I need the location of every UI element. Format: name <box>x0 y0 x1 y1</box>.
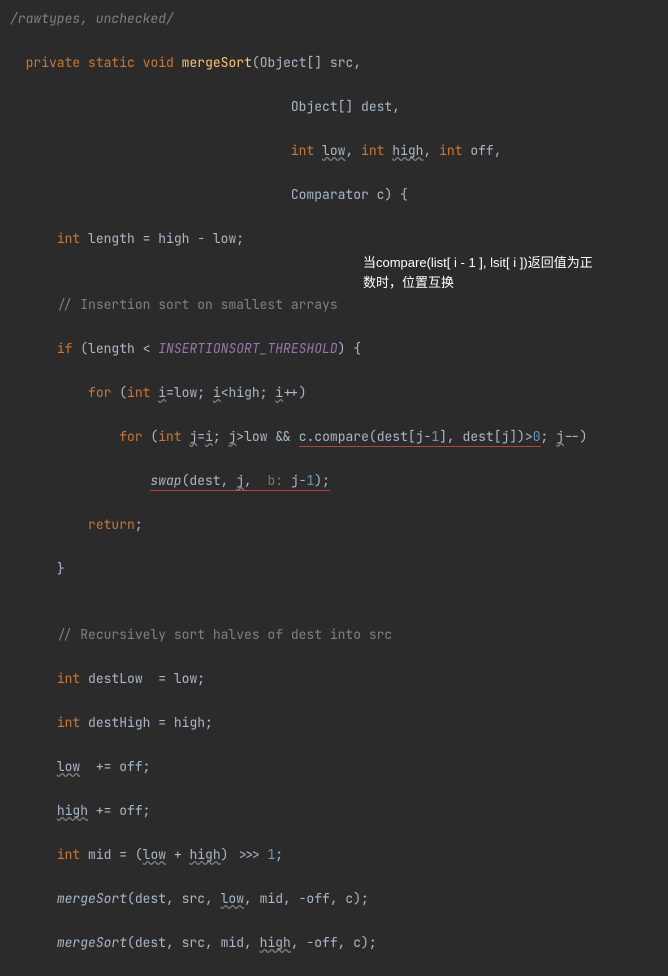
kw-for: for <box>88 384 111 401</box>
var-j: j <box>556 428 564 445</box>
annotation-line-2: 数时，位置互换 <box>363 275 454 290</box>
compare-mid: ], dest[j])> <box>439 428 533 445</box>
code-line[interactable]: for (int j=i; j>low && c.compare(dest[j-… <box>0 426 668 448</box>
type-int: int <box>127 384 150 401</box>
kw-for: for <box>119 428 142 445</box>
pluseq-off: += off; <box>80 758 150 775</box>
kw-return: return <box>88 516 135 533</box>
swap-open: (dest, <box>182 472 237 489</box>
ms-args2-post: , -off, c); <box>291 934 377 951</box>
type-objarr: Object[] <box>291 98 353 115</box>
code-line[interactable]: low += off; <box>0 756 668 778</box>
param-off: off <box>470 142 493 159</box>
type-int: int <box>57 670 80 687</box>
comment-recursive: // Recursively sort halves of dest into … <box>57 626 392 643</box>
ms-args2-pre: (dest, src, mid, <box>127 934 260 951</box>
type-objarr: Object[] <box>260 54 322 71</box>
code-line[interactable]: if (length < INSERTIONSORT_THRESHOLD) { <box>0 338 668 360</box>
param-low: low <box>322 142 345 159</box>
annotation-line-1: 当compare(list[ i - 1 ], lsit[ i ])返回值为正 <box>363 255 593 270</box>
type-comparator: Comparator <box>291 186 369 203</box>
type-int: int <box>291 142 314 159</box>
mid-plus: + <box>166 846 189 863</box>
code-line[interactable]: // Insertion sort on smallest arrays <box>0 294 668 316</box>
comment-insertion: // Insertion sort on smallest arrays <box>57 296 338 313</box>
mergesort-call: mergeSort <box>57 890 127 907</box>
mid-pre: = ( <box>111 846 142 863</box>
code-line[interactable]: return; <box>0 514 668 536</box>
code-line[interactable]: mergeSort(dest, src, mid, high, -off, c)… <box>0 932 668 954</box>
type-int: int <box>158 428 181 445</box>
const-threshold: INSERTIONSORT_THRESHOLD <box>158 340 337 357</box>
code-line[interactable]: /rawtypes, unchecked/ <box>0 8 668 30</box>
code-line[interactable]: mergeSort(dest, src, low, mid, -off, c); <box>0 888 668 910</box>
var-j: j <box>236 472 244 489</box>
code-line[interactable]: for (int i=low; i<high; i++) <box>0 382 668 404</box>
type-int: int <box>57 846 80 863</box>
type-int: int <box>439 142 462 159</box>
num-0: 0 <box>533 428 541 445</box>
var-i: i <box>213 384 221 401</box>
code-line[interactable]: int destHigh = high; <box>0 712 668 734</box>
var-low: low <box>57 758 80 775</box>
kw-if: if <box>57 340 73 357</box>
var-low: low <box>221 890 244 907</box>
pluseq-off: += off; <box>88 802 150 819</box>
swap-call: swap <box>150 472 181 489</box>
var-desthigh: destHigh <box>88 714 150 731</box>
var-high: high <box>189 846 220 863</box>
code-line[interactable]: swap(dest, j, b: j-1); <box>0 470 668 492</box>
mergesort-call: mergeSort <box>57 934 127 951</box>
swap-expr: j- <box>291 472 307 489</box>
var-i: i <box>158 384 166 401</box>
param-src: src <box>330 54 353 71</box>
type-int: int <box>57 714 80 731</box>
swap-comma: , <box>244 472 267 489</box>
method-mergesort-decl: mergeSort <box>182 54 252 71</box>
assign-length: = high - low; <box>135 230 244 247</box>
var-high: high <box>260 934 291 951</box>
var-mid: mid <box>88 846 111 863</box>
suppress-comment: /rawtypes, unchecked/ <box>10 10 174 27</box>
kw-static: static <box>88 54 135 71</box>
eq-low: = low; <box>143 670 205 687</box>
code-line[interactable]: // Recursively sort halves of dest into … <box>0 624 668 646</box>
var-length: length <box>88 230 135 247</box>
type-int: int <box>57 230 80 247</box>
code-line[interactable]: private static void mergeSort(Object[] s… <box>0 52 668 74</box>
code-line[interactable]: Object[] dest, <box>0 96 668 118</box>
type-int: int <box>361 142 384 159</box>
param-dest: dest <box>361 98 392 115</box>
mid-shift: ) >>> <box>221 846 268 863</box>
code-line[interactable]: int mid = (low + high) >>> 1; <box>0 844 668 866</box>
swap-close: ); <box>314 472 330 489</box>
var-i: i <box>275 384 283 401</box>
ms-args1-pre: (dest, src, <box>127 890 221 907</box>
kw-private: private <box>26 54 81 71</box>
code-line[interactable]: int length = high - low; <box>0 228 668 250</box>
var-high: high <box>57 802 88 819</box>
param-hint-b: b: <box>267 472 290 489</box>
user-annotation: 当compare(list[ i - 1 ], lsit[ i ])返回值为正 … <box>363 253 663 293</box>
var-i: i <box>205 428 213 445</box>
compare-call: c.compare(dest[j- <box>299 428 432 445</box>
eq-high: = high; <box>150 714 212 731</box>
code-block[interactable]: /rawtypes, unchecked/ private static voi… <box>0 8 668 976</box>
code-line[interactable]: int destLow = low; <box>0 668 668 690</box>
param-high: high <box>392 142 423 159</box>
kw-void: void <box>143 54 174 71</box>
var-low: low <box>143 846 166 863</box>
code-line[interactable]: Comparator c) { <box>0 184 668 206</box>
code-line[interactable]: } <box>0 558 668 580</box>
var-destlow: destLow <box>88 670 143 687</box>
num-1: 1 <box>431 428 439 445</box>
code-line[interactable]: int low, int high, int off, <box>0 140 668 162</box>
num-1: 1 <box>267 846 275 863</box>
ms-args1-post: , mid, -off, c); <box>244 890 369 907</box>
code-line[interactable]: high += off; <box>0 800 668 822</box>
